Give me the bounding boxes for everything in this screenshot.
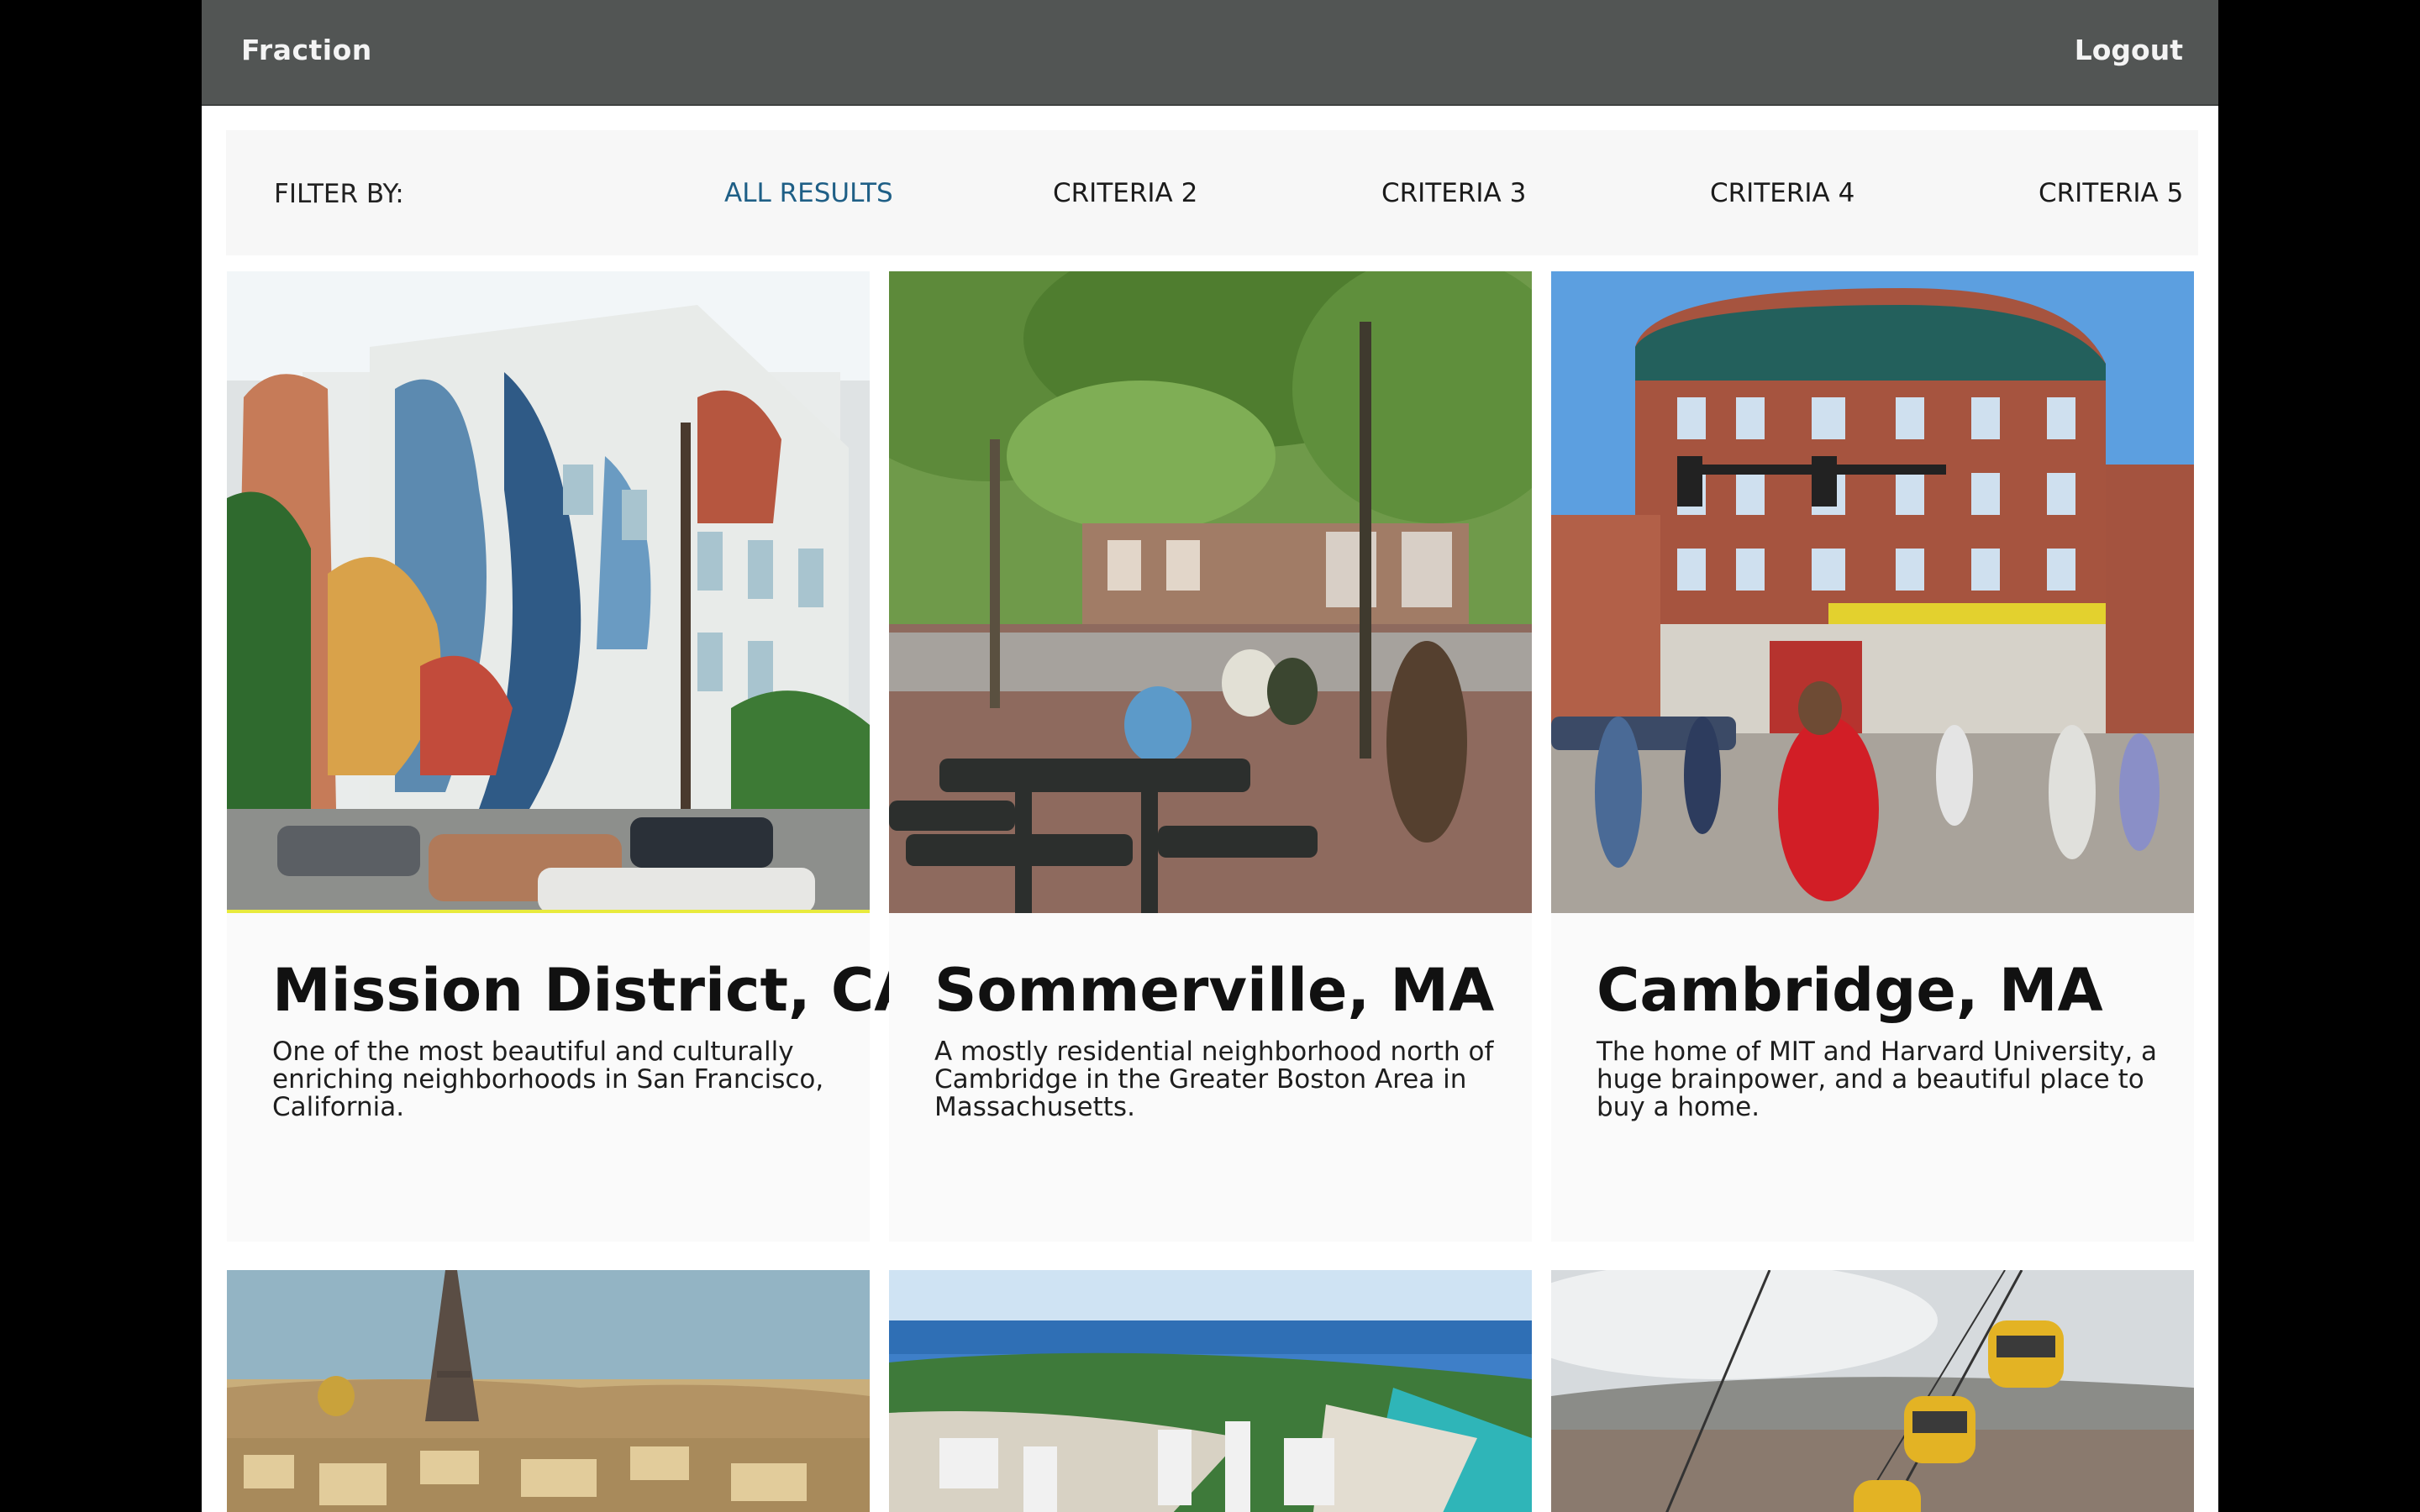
listing-description: The home of MIT and Harvard University, … xyxy=(1597,1037,2158,1122)
filter-criteria-3[interactable]: CRITERIA 3 xyxy=(1381,178,1526,208)
app-window: Fraction Logout FILTER BY: ALL RESULTS C… xyxy=(202,0,2218,1512)
listing-card[interactable]: Sommerville, MA A mostly residential nei… xyxy=(889,271,1532,1242)
filter-criteria-5[interactable]: CRITERIA 5 xyxy=(2039,178,2183,208)
listing-card[interactable] xyxy=(889,1270,1532,1512)
listing-description: A mostly residential neighborhood north … xyxy=(934,1037,1494,1122)
filter-label: FILTER BY: xyxy=(274,179,404,209)
top-bar: Fraction Logout xyxy=(202,0,2218,106)
filter-criteria-2[interactable]: CRITERIA 2 xyxy=(1053,178,1197,208)
cable-car-city-photo xyxy=(1551,1270,2194,1512)
mural-building-photo xyxy=(227,271,870,913)
listing-card[interactable]: Cambridge, MA The home of MIT and Harvar… xyxy=(1551,271,2194,1242)
paris-skyline-photo xyxy=(227,1270,870,1512)
filter-all-results[interactable]: ALL RESULTS xyxy=(724,178,893,208)
tree-plaza-photo xyxy=(889,271,1532,913)
listing-title[interactable]: Mission District, CA xyxy=(272,956,919,1025)
miami-beach-aerial-photo xyxy=(889,1270,1532,1512)
brand-logo[interactable]: Fraction xyxy=(241,34,372,66)
listing-title[interactable]: Sommerville, MA xyxy=(934,956,1494,1025)
listing-title[interactable]: Cambridge, MA xyxy=(1597,956,2103,1025)
filter-bar: FILTER BY: ALL RESULTS CRITERIA 2 CRITER… xyxy=(226,130,2198,255)
listing-description: One of the most beautiful and culturally… xyxy=(272,1037,824,1122)
listing-card[interactable]: Mission District, CA One of the most bea… xyxy=(227,271,919,1242)
filter-criteria-4[interactable]: CRITERIA 4 xyxy=(1710,178,1854,208)
listing-card[interactable] xyxy=(1551,1270,2194,1512)
brick-building-street-photo xyxy=(1551,271,2194,913)
logout-link[interactable]: Logout xyxy=(2075,34,2183,66)
listing-card[interactable] xyxy=(227,1270,870,1512)
